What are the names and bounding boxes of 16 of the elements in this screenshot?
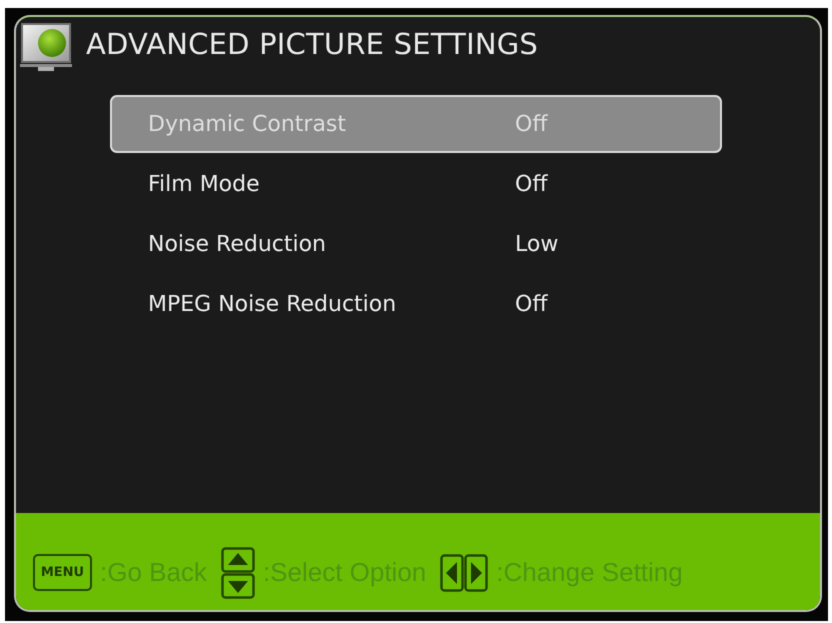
window-title: ADVANCED PICTURE SETTINGS [86,26,538,62]
setting-value: Low [515,232,558,256]
setting-name: Film Mode [148,172,261,196]
menu-row[interactable]: Film Mode Off [110,155,722,213]
up-down-arrows-icon [220,546,255,598]
setting-name: Dynamic Contrast [148,112,348,136]
left-right-arrows-icon [440,554,488,592]
setting-name: MPEG Noise Reduction [148,292,398,316]
setting-name: Noise Reduction [148,232,327,256]
setting-value: Off [515,172,548,196]
menu-key: MENU [33,554,92,591]
menu-row[interactable]: Noise Reduction Low [110,215,722,273]
menu-row[interactable]: MPEG Noise Reduction Off [110,275,722,333]
tv-icon [20,22,72,72]
setting-value: Off [515,292,548,316]
setting-value: Off [515,112,548,136]
